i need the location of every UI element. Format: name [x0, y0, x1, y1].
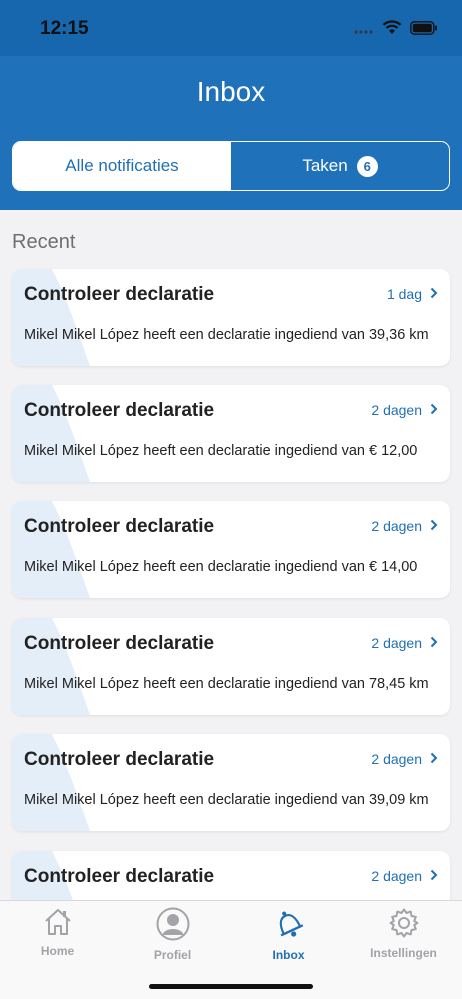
- card-title: Controleer declaratie: [24, 749, 215, 770]
- status-bar: 12:15: [0, 0, 462, 56]
- notification-card[interactable]: Controleer declaratie 2 dagen Mikel Mike…: [12, 501, 450, 598]
- card-body: Mikel Mikel López heeft een declaratie i…: [24, 792, 429, 808]
- bell-icon: [271, 907, 307, 944]
- card-time-label: 1 dag: [386, 286, 422, 302]
- card-title: Controleer declaratie: [24, 866, 215, 887]
- card-body: Mikel Mikel López heeft een declaratie i…: [24, 676, 429, 692]
- notification-card[interactable]: Controleer declaratie 2 dagen Mikel Mike…: [12, 385, 450, 482]
- chevron-right-icon: [430, 751, 438, 767]
- chevron-right-icon: [430, 402, 438, 418]
- card-time-label: 2 dagen: [371, 868, 422, 884]
- tab-label: Inbox: [272, 948, 305, 962]
- gear-icon: [388, 907, 420, 942]
- card-time: 2 dagen: [371, 635, 438, 651]
- status-time: 12:15: [40, 18, 89, 39]
- card-title: Controleer declaratie: [24, 516, 215, 537]
- notification-card[interactable]: Controleer declaratie 2 dagen Mikel Mike…: [12, 734, 450, 831]
- home-indicator: [149, 984, 313, 989]
- card-time-label: 2 dagen: [371, 402, 422, 418]
- card-time: 2 dagen: [371, 518, 438, 534]
- card-time-label: 2 dagen: [371, 518, 422, 534]
- card-time-label: 2 dagen: [371, 751, 422, 767]
- tab-taken[interactable]: Taken 6: [231, 142, 449, 190]
- signal-icon: [354, 21, 374, 39]
- chevron-right-icon: [430, 518, 438, 534]
- tab-inbox[interactable]: Inbox: [231, 907, 346, 962]
- page-title: Inbox: [196, 76, 266, 107]
- tab-label: Taken: [302, 156, 348, 175]
- tab-label: Alle notificaties: [65, 156, 179, 175]
- segmented-control: Alle notificaties Taken 6: [12, 141, 450, 191]
- card-title: Controleer declaratie: [24, 633, 215, 654]
- tab-alle-notificaties[interactable]: Alle notificaties: [13, 142, 231, 190]
- tab-label: Instellingen: [370, 946, 437, 960]
- tab-instellingen[interactable]: Instellingen: [346, 907, 461, 960]
- card-time: 2 dagen: [371, 868, 438, 884]
- notification-card[interactable]: Controleer declaratie 1 dag Mikel Mikel …: [12, 269, 450, 366]
- home-icon: [43, 907, 73, 940]
- notification-card[interactable]: Controleer declaratie 2 dagen Mikel Mike…: [12, 618, 450, 715]
- status-icons: [354, 20, 438, 40]
- card-title: Controleer declaratie: [24, 400, 215, 421]
- battery-icon: [410, 20, 438, 40]
- chevron-right-icon: [430, 635, 438, 651]
- card-body: Mikel Mikel López heeft een declaratie i…: [24, 327, 429, 343]
- tab-home[interactable]: Home: [0, 907, 115, 958]
- tab-label: Home: [40, 944, 75, 958]
- card-title: Controleer declaratie: [24, 284, 215, 305]
- count-badge: 6: [356, 155, 378, 177]
- tab-label: Profiel: [153, 948, 192, 962]
- wifi-icon: [382, 20, 402, 40]
- section-heading: Recent: [12, 231, 76, 253]
- card-body: Mikel Mikel López heeft een declaratie i…: [24, 443, 418, 459]
- card-body: Mikel Mikel López heeft een declaratie i…: [24, 559, 418, 575]
- profile-icon: [156, 907, 190, 944]
- chevron-right-icon: [430, 286, 438, 302]
- chevron-right-icon: [430, 868, 438, 884]
- tab-profiel[interactable]: Profiel: [115, 907, 230, 962]
- card-time: 2 dagen: [371, 751, 438, 767]
- header: 12:15 Inbox Alle notificaties Taken 6: [0, 0, 462, 210]
- card-time-label: 2 dagen: [371, 635, 422, 651]
- card-time: 1 dag: [387, 286, 438, 302]
- card-time: 2 dagen: [371, 402, 438, 418]
